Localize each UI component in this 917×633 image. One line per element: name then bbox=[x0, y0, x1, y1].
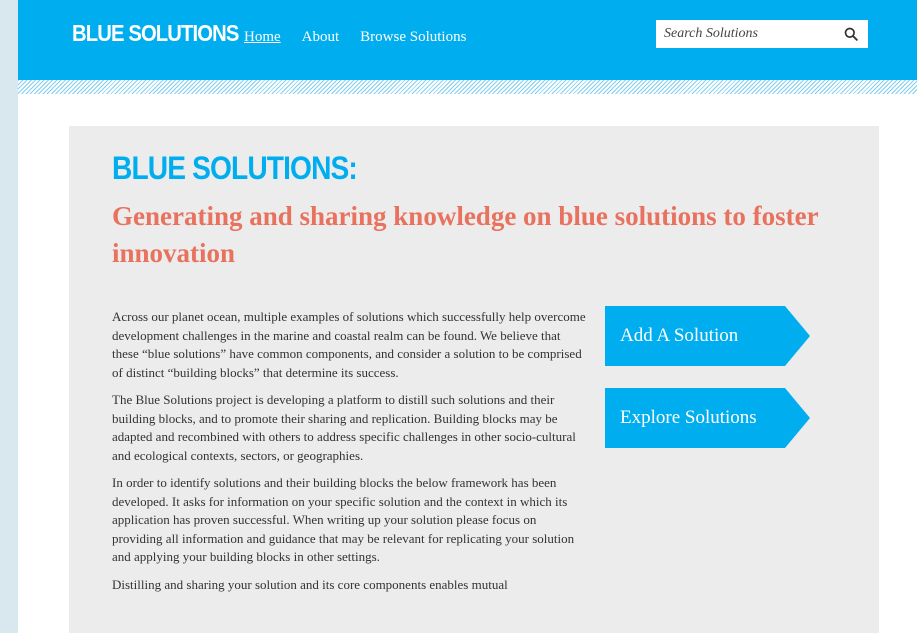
hero-subtitle: Generating and sharing knowledge on blue… bbox=[112, 201, 819, 268]
intro-paragraph: Distilling and sharing your solution and… bbox=[112, 576, 508, 592]
intro-paragraph: The Blue Solutions project is developing… bbox=[112, 392, 576, 463]
search-box bbox=[656, 20, 868, 48]
search-button[interactable] bbox=[834, 20, 868, 48]
site-logo[interactable]: BLUE SOLUTIONS bbox=[72, 20, 239, 47]
intro-paragraph: In order to identify solutions and their… bbox=[112, 475, 575, 564]
add-solution-button[interactable]: Add A Solution bbox=[605, 306, 810, 366]
intro-text: Across our planet ocean, multiple exampl… bbox=[112, 308, 590, 603]
search-input[interactable] bbox=[656, 20, 826, 48]
hero-title: BLUE SOLUTIONS: bbox=[112, 150, 358, 186]
intro-paragraph: Across our planet ocean, multiple exampl… bbox=[112, 309, 586, 380]
nav-home-link[interactable]: Home bbox=[244, 29, 281, 46]
nav-about-link[interactable]: About bbox=[302, 29, 340, 46]
main-nav: Home About Browse Solutions bbox=[244, 29, 466, 46]
header-stripe-divider bbox=[18, 80, 917, 94]
nav-browse-solutions-link[interactable]: Browse Solutions bbox=[360, 29, 466, 46]
add-solution-label: Add A Solution bbox=[620, 325, 739, 346]
search-icon bbox=[844, 27, 858, 41]
explore-solutions-label: Explore Solutions bbox=[620, 407, 757, 428]
explore-solutions-button[interactable]: Explore Solutions bbox=[605, 388, 810, 448]
